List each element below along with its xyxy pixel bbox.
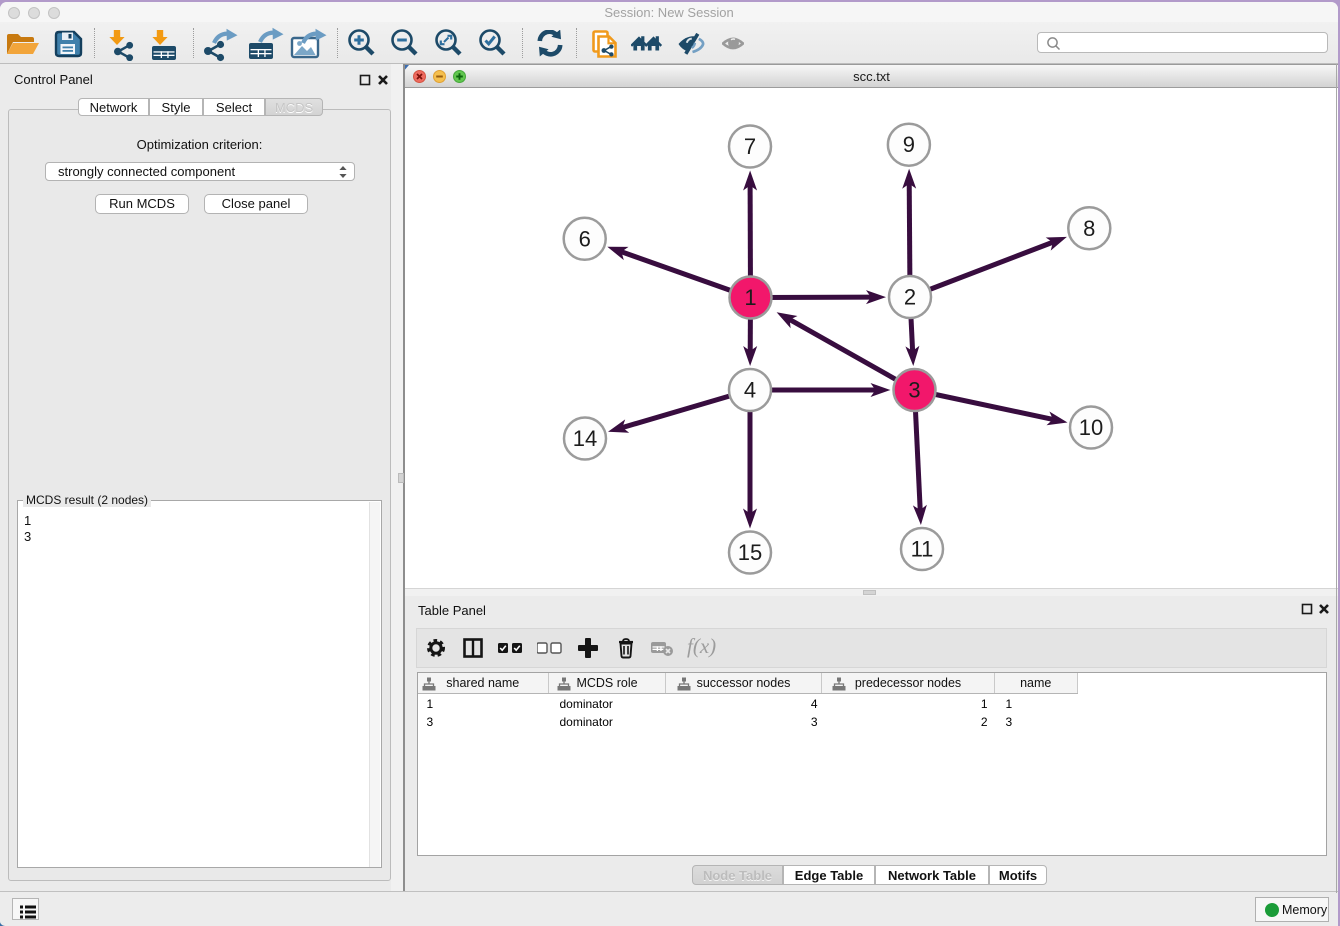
svg-text:11: 11	[911, 537, 934, 562]
svg-text:6: 6	[579, 226, 591, 251]
svg-text:10: 10	[1079, 415, 1103, 440]
svg-text:14: 14	[573, 426, 597, 451]
svg-text:8: 8	[1083, 216, 1095, 241]
svg-text:1: 1	[744, 285, 756, 310]
svg-text:7: 7	[744, 134, 756, 159]
svg-text:2: 2	[904, 285, 916, 310]
svg-text:9: 9	[903, 132, 915, 157]
svg-text:15: 15	[738, 540, 762, 565]
svg-text:4: 4	[744, 378, 756, 403]
svg-text:3: 3	[908, 378, 920, 403]
